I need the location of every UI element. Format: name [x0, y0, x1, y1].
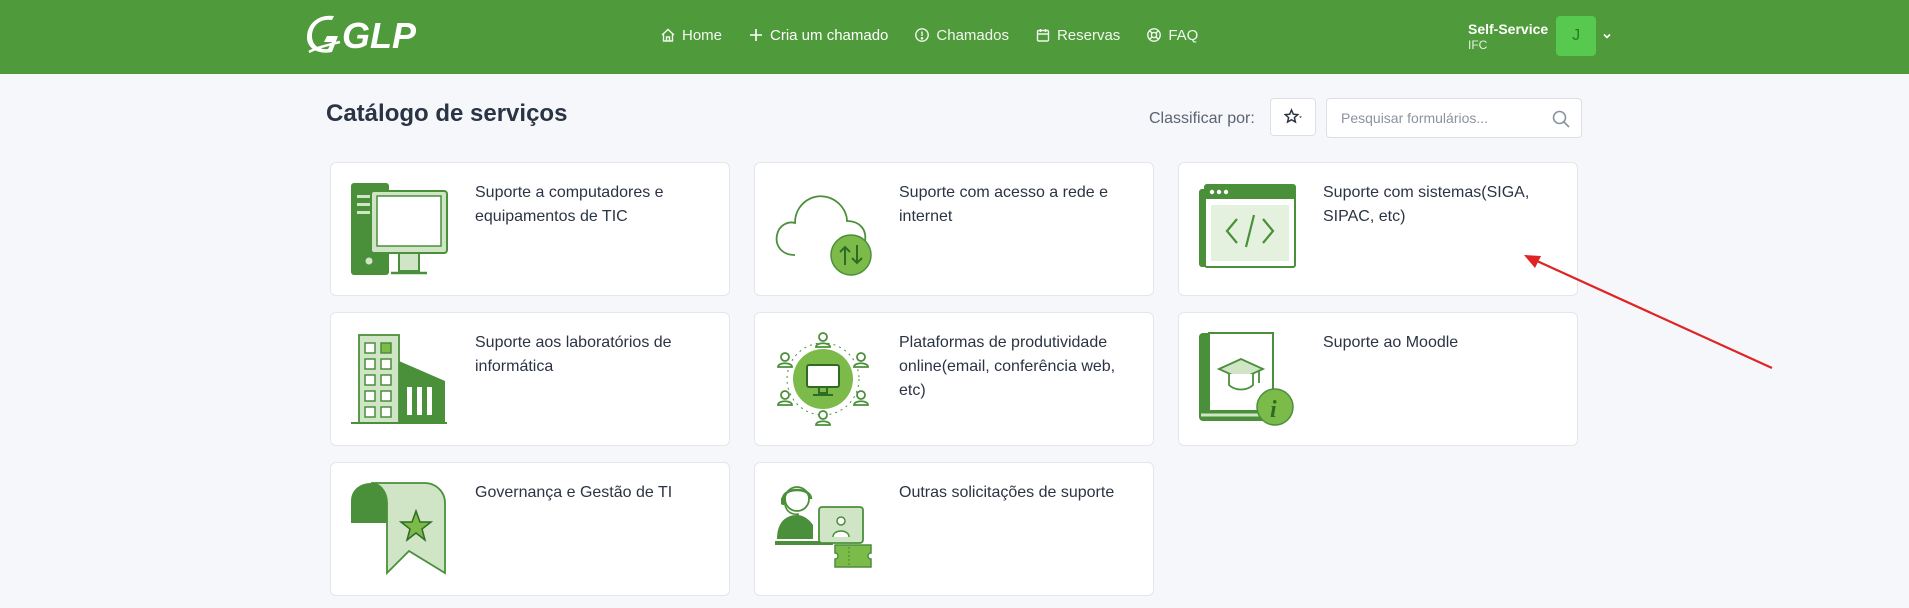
calendar-icon — [1036, 29, 1050, 42]
nav-faq-label: FAQ — [1168, 26, 1199, 44]
sort-dropdown-button[interactable] — [1270, 98, 1316, 136]
home-icon — [661, 28, 675, 42]
logo-text: GLPI — [342, 15, 416, 56]
star-icon — [1284, 108, 1302, 124]
nav-home-label: Home — [682, 26, 723, 44]
catalog-card-label: Plataformas de produtividade online(emai… — [899, 334, 1116, 399]
nav-reservations[interactable]: Reservas — [1035, 27, 1120, 44]
building-icon — [351, 334, 447, 424]
nav-home[interactable]: Home — [660, 27, 722, 44]
page-title: Catálogo de serviços — [326, 100, 568, 127]
catalog-card-label: Suporte com sistemas(SIGA, SIPAC, etc) — [1323, 184, 1530, 225]
nav-tickets-label: Chamados — [936, 26, 1009, 44]
svg-text:i: i — [1270, 397, 1277, 423]
plus-icon — [750, 29, 763, 41]
search-input[interactable] — [1327, 99, 1547, 137]
catalog-card-label: Suporte ao Moodle — [1323, 334, 1459, 351]
computer-icon — [351, 183, 448, 275]
nav-create-ticket-label: Cria um chamado — [770, 26, 889, 44]
avatar[interactable]: J — [1556, 16, 1597, 56]
catalog-card-other[interactable]: Outras solicitações de suporte — [754, 462, 1154, 596]
catalog-card-moodle[interactable]: i Suporte ao Moodle — [1178, 312, 1578, 446]
nav-reservations-label: Reservas — [1056, 26, 1121, 44]
user-menu[interactable]: Self-Service IFC J — [1468, 16, 1612, 56]
catalog-card-network[interactable]: Suporte com acesso a rede e internet — [754, 162, 1154, 296]
catalog-card-label: Outras solicitações de suporte — [899, 484, 1115, 501]
moodle-book-icon: i — [1199, 332, 1294, 426]
catalog-card-computers[interactable]: Suporte a computadores e equipamentos de… — [330, 162, 730, 296]
catalog-card-productivity[interactable]: Plataformas de produtividade online(emai… — [754, 312, 1154, 446]
chevron-down-icon[interactable] — [1602, 31, 1612, 41]
lifebuoy-icon — [1147, 28, 1162, 42]
nav-tickets[interactable]: Chamados — [914, 27, 1009, 44]
sort-label: Classificar por: — [1149, 110, 1255, 127]
online-platform-icon — [777, 332, 869, 426]
catalog-card-label: Suporte com acesso a rede e internet — [899, 184, 1109, 225]
support-agent-icon — [775, 486, 872, 568]
catalog-card-governance[interactable]: Governança e Gestão de TI — [330, 462, 730, 596]
code-window-icon — [1199, 184, 1296, 268]
search-box — [1326, 98, 1582, 138]
bookmark-star-icon — [351, 482, 446, 576]
top-navbar: GLPI Home Cria um chamado Chamados Reser… — [0, 0, 1909, 74]
nav-create-ticket[interactable]: Cria um chamado — [748, 27, 888, 44]
main-nav: Home Cria um chamado Chamados Reservas F… — [660, 22, 1224, 48]
user-profile: Self-Service — [1468, 20, 1549, 37]
alert-circle-icon — [915, 28, 930, 42]
search-icon[interactable] — [1551, 109, 1571, 129]
user-info: Self-Service IFC — [1468, 21, 1548, 52]
catalog-card-label: Suporte aos laboratórios de informática — [475, 334, 672, 375]
nav-faq[interactable]: FAQ — [1146, 27, 1198, 44]
cloud-network-icon — [775, 195, 872, 276]
user-entity: IFC — [1468, 37, 1488, 52]
catalog-card-label: Governança e Gestão de TI — [475, 484, 673, 501]
catalog-card-label: Suporte a computadores e equipamentos de… — [475, 184, 664, 225]
glpi-logo[interactable]: GLPI — [306, 12, 416, 58]
catalog-card-labs[interactable]: Suporte aos laboratórios de informática — [330, 312, 730, 446]
catalog-card-systems[interactable]: Suporte com sistemas(SIGA, SIPAC, etc) — [1178, 162, 1578, 296]
